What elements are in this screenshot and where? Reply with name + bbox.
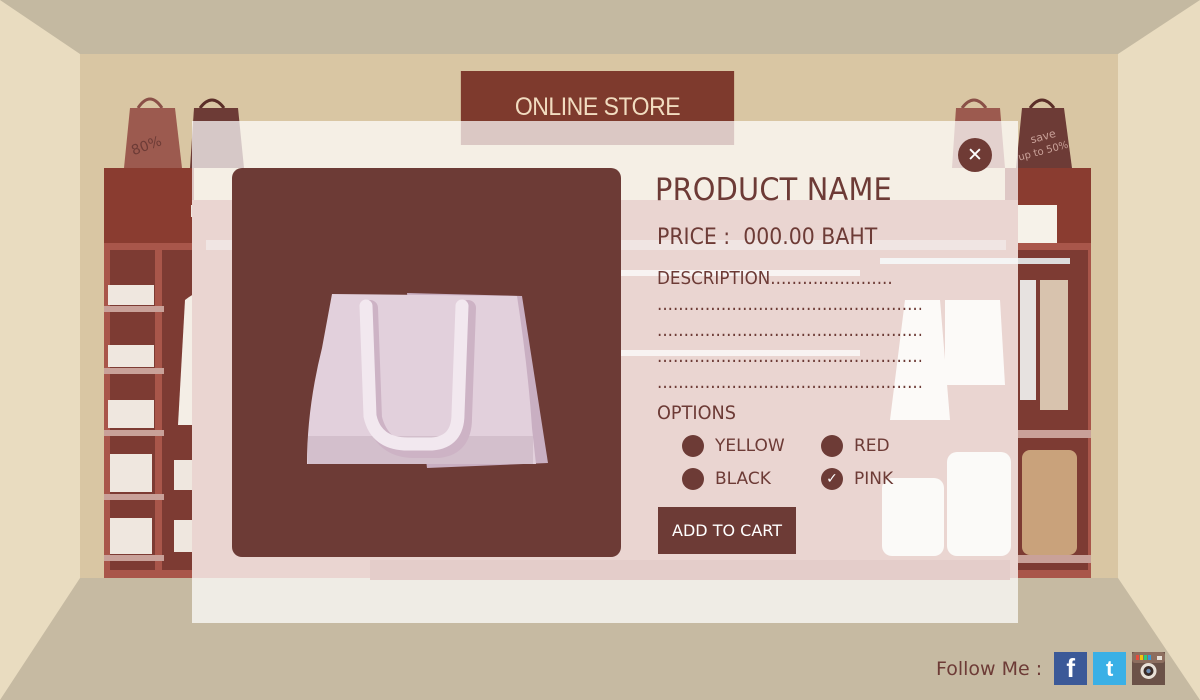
option-label: BLACK (715, 469, 771, 489)
option-red[interactable]: RED (821, 435, 890, 457)
product-name: PRODUCT NAME (655, 172, 892, 208)
follow-me: Follow Me : f t (936, 652, 1171, 685)
product-price: PRICE : 000.00 BAHT (657, 225, 878, 250)
option-black[interactable]: BLACK (682, 468, 771, 490)
instagram-icon[interactable] (1132, 652, 1166, 685)
product-description: DESCRIPTION....................... .....… (657, 268, 922, 393)
radio-yellow[interactable] (682, 435, 704, 457)
option-pink[interactable]: ✓ PINK (821, 468, 893, 490)
facebook-icon[interactable]: f (1054, 652, 1088, 685)
follow-label: Follow Me : (936, 657, 1043, 680)
add-to-cart-button[interactable]: ADD TO CART (658, 507, 796, 554)
option-label: RED (854, 436, 890, 456)
option-label: PINK (854, 469, 894, 489)
close-icon[interactable]: ✕ (958, 138, 992, 172)
radio-black[interactable] (682, 468, 704, 490)
radio-red[interactable] (821, 435, 843, 457)
twitter-icon[interactable]: t (1093, 652, 1127, 685)
option-label: YELLOW (715, 436, 785, 456)
handbag-icon (307, 293, 548, 468)
product-image (232, 168, 621, 557)
options-label: OPTIONS (657, 402, 736, 424)
option-yellow[interactable]: YELLOW (682, 435, 785, 457)
check-icon[interactable]: ✓ (821, 468, 843, 490)
